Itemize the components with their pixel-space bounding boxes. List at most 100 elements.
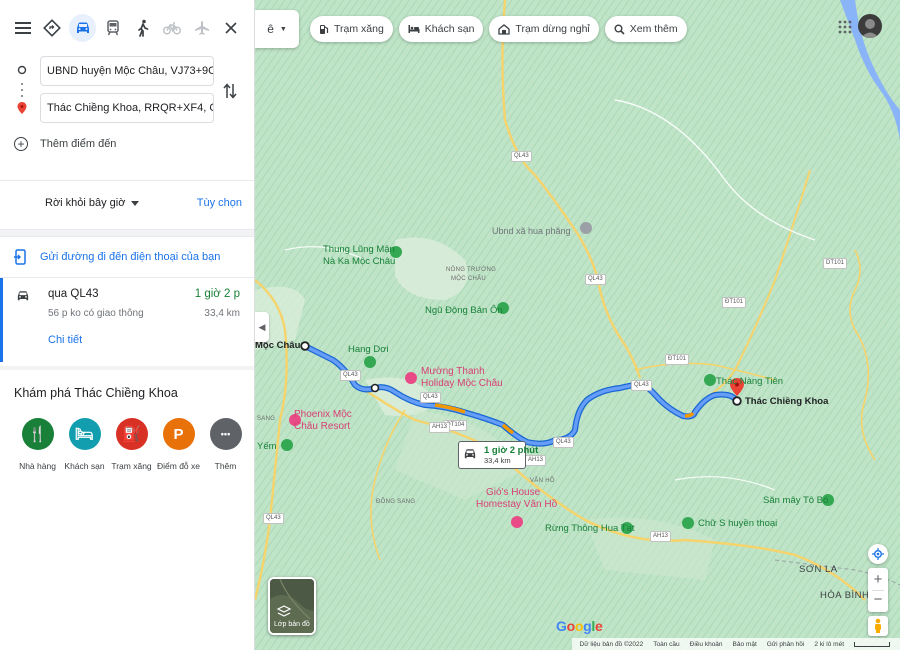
avatar[interactable] [858,14,882,38]
category-label: Nhà hàng [19,461,56,471]
close-icon[interactable] [219,15,245,41]
road-shield: DT101 [823,258,848,269]
street-view-pegman[interactable] [868,616,888,636]
category-label: Trạm xăng [111,461,152,471]
caret-down-icon: ▼ [279,25,287,33]
route-distance: 33,4 km [204,308,240,319]
category-label: Khách sạn [64,461,105,471]
place-label[interactable]: Ubnd xã hua phăng [492,226,571,236]
more-icon: ••• [209,418,242,450]
global-link[interactable]: Toàn cầu [653,641,679,648]
apps-grid-icon[interactable] [838,20,852,34]
gas-station-icon: ⛽ [115,418,148,450]
add-destination-label: Thêm điểm đến [40,138,117,150]
map-footer: Dữ liệu bản đồ ©2022 Toàn cầu Điều khoản… [571,638,900,650]
place-label[interactable]: Rừng Thông Hua Tạt [545,523,634,534]
destination-label[interactable]: Thác Chiềng Khoa [745,396,828,407]
add-destination-button[interactable]: + Thêm điểm đến [14,137,254,151]
swap-icon[interactable] [222,82,240,100]
expand-panel-toggle[interactable]: ◀ [255,312,269,342]
depart-now-dropdown[interactable]: Rời khỏi bây giờ [45,197,125,209]
place-label[interactable]: Ngũ Động Bản Ôn [425,305,503,316]
diamond-directions-icon[interactable] [40,15,66,41]
place-label[interactable]: Gió's House [486,487,540,498]
parking-icon: P [162,418,195,450]
place-label[interactable]: Thung Lũng Mận [323,244,395,255]
bicycle-icon [159,15,185,41]
layers-button[interactable]: Lớp bản đồ [268,577,316,635]
region-label: SANG [257,416,276,422]
region-label: VÂN HỒ [530,478,555,484]
route-details-link[interactable]: Chi tiết [48,334,240,346]
train-icon[interactable] [100,15,126,41]
car-icon[interactable] [69,14,97,42]
region-label: ĐÔNG SANG [376,499,416,505]
road-shield: QL43 [631,380,652,391]
options-button[interactable]: Tùy chọn [197,197,242,209]
region-label: NÔNG TRƯỜNG [446,267,497,273]
road-shield: AH13 [650,531,672,542]
place-label[interactable]: Châu Resort [294,421,350,432]
hotel-icon: 🛏 [68,418,101,450]
place-label[interactable]: Mường Thanh [421,366,485,377]
zoom-out-button[interactable]: − [874,591,883,611]
province-label: HÒA BÌNH [820,590,870,601]
category-parking[interactable]: P Điểm đỗ xe [155,418,202,471]
destination-input[interactable]: Thác Chiềng Khoa, RRQR+XF4, Chiềng Khoa [40,93,214,123]
send-to-phone-link[interactable]: Gửi đường đi đến điện thoại của bạn [0,237,254,277]
map-data-credit: Dữ liệu bản đồ ©2022 [579,640,644,648]
privacy-link[interactable]: Bảo mật [733,641,757,648]
category-restaurant[interactable]: 🍴 Nhà hàng [14,418,61,471]
place-label[interactable]: Hang Dơi [348,344,389,355]
send-to-phone-label: Gửi đường đi đến điện thoại của bạn [40,251,221,263]
scale-label[interactable]: 2 ki lô mét [814,641,844,648]
road-shield: QL43 [340,370,361,381]
place-label[interactable]: Phoenix Mộc [294,409,352,420]
hotel-icon [408,24,420,34]
collapse-panel-button[interactable]: ê ▼ [255,10,299,48]
road-shield: QL43 [420,392,441,403]
category-label: Điểm đỗ xe [157,461,200,471]
road-shield: QL43 [263,513,284,524]
plane-icon [189,15,215,41]
terms-link[interactable]: Điều khoản [690,641,723,648]
road-shield: AH13 [429,422,451,433]
chip-rest-stop[interactable]: Trạm dừng nghỉ [489,16,599,42]
category-label: Thêm [214,461,237,471]
road-shield: AH13 [525,455,547,466]
place-label[interactable]: Nà Ka Mộc Châu [323,256,395,267]
menu-icon[interactable] [10,15,36,41]
place-label[interactable]: Homestay Vân Hồ [476,499,557,510]
travel-mode-bar [0,0,254,56]
pegman-icon [875,618,881,633]
rest-stop-icon [498,23,511,35]
car-icon [16,290,30,305]
zoom-in-button[interactable]: + [874,570,883,590]
chip-hotel[interactable]: Khách sạn [398,16,484,42]
car-icon [463,448,477,463]
route-callout[interactable]: 1 giờ 2 phút 33,4 km [458,441,538,469]
route-option-card[interactable]: qua QL43 1 giờ 2 p 56 p ko có giao thông… [0,278,254,362]
caret-down-icon[interactable] [131,200,140,206]
place-label[interactable]: Săn mây Tô Bó [763,495,828,506]
map-canvas[interactable]: ê ▼ Trạm xăng Khách sạn Trạm dừng nghỉ Xem … [255,0,900,650]
place-label[interactable]: Thác Nàng Tiên [716,376,783,387]
road-shield: QL43 [553,437,574,448]
place-label[interactable]: Holiday Mộc Châu [421,378,503,389]
category-hotel[interactable]: 🛏 Khách sạn [61,418,108,471]
depart-row: Rời khỏi bây giờ Tùy chọn [0,181,254,225]
chip-search[interactable]: Xem thêm [604,16,687,42]
origin-input[interactable]: UBND huyện Mộc Châu, VJ73+9C3, TT. Mộc C… [40,56,214,86]
google-logo: Google [556,618,603,634]
chip-gas-station[interactable]: Trạm xăng [310,16,393,42]
place-label[interactable]: Yếm [257,441,277,452]
category-gas-station[interactable]: ⛽ Trạm xăng [108,418,155,471]
section-divider [0,229,254,237]
my-location-button[interactable] [868,544,888,564]
walk-icon[interactable] [130,15,156,41]
route-dots-icon [17,65,27,114]
place-label[interactable]: Chữ S huyền thoại [698,518,777,529]
category-more[interactable]: ••• Thêm [202,418,249,471]
zoom-controls: + − [868,568,888,612]
feedback-link[interactable]: Gửi phản hồi [767,641,805,648]
